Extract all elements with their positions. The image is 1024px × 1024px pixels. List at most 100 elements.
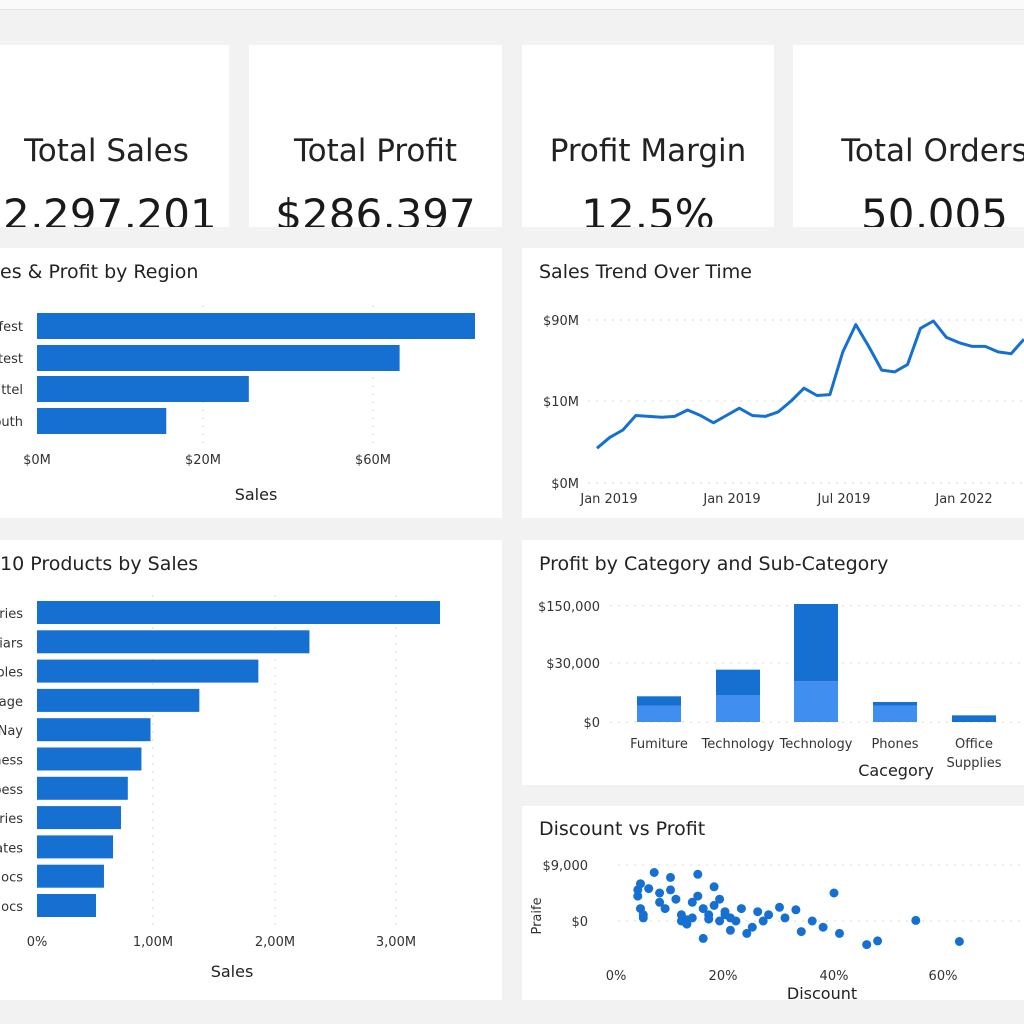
x-axis-label: Sales	[211, 962, 254, 981]
top-products-chart: 10 Products by Sales 0% 1,00M 2,00M 3,00M Sal…	[0, 553, 440, 981]
category-label: test	[0, 352, 23, 367]
chart-title: Discount vs Profit	[539, 818, 705, 840]
kpi-card-total-sales: Total Sales $2,297,201	[0, 45, 229, 227]
x-tick-label: $20M	[185, 453, 221, 468]
kpi-title: Total Orders	[841, 133, 1024, 169]
x-tick-label: 0%	[27, 935, 48, 950]
y-tick-label: $9,000	[543, 859, 589, 874]
kpi-value: $2,297,201	[0, 190, 217, 227]
bar-segment	[716, 695, 760, 722]
bar	[37, 313, 475, 339]
x-tick-label: 20%	[709, 969, 738, 984]
bar	[37, 864, 104, 888]
discount-vs-profit-chart: Discount vs Profit $9,000 $0 0% 20% 40% 60% Dis…	[530, 818, 1024, 1000]
bar	[37, 894, 97, 917]
sales-profit-by-region-chart: es & Profit by Region $0M $20M $60M Sales fes…	[0, 261, 475, 504]
x-tick-label: 0%	[606, 969, 627, 984]
x-axis-label: Discount	[787, 984, 857, 1000]
bar-segment	[952, 715, 996, 722]
x-tick-label: 1,00M	[133, 935, 173, 950]
category-label: Phones	[871, 737, 918, 752]
data-point	[835, 928, 844, 938]
category-label: ples	[0, 666, 23, 681]
data-point	[911, 915, 921, 925]
data-point	[753, 907, 763, 917]
y-tick-label: $30,000	[546, 657, 600, 672]
data-point	[829, 888, 839, 898]
data-point	[709, 882, 719, 892]
bar	[37, 806, 122, 830]
y-tick-label: $90M	[543, 314, 579, 329]
bar	[37, 376, 249, 402]
sales-trend-chart: Sales Trend Over Time$90M$10M$0MJan 2019…	[539, 261, 1024, 507]
category-label-line1: Office	[955, 737, 993, 752]
x-tick-label: 3,00M	[376, 935, 416, 950]
bar	[37, 659, 259, 683]
data-point	[725, 925, 735, 935]
data-point	[954, 937, 964, 946]
data-point	[655, 888, 665, 898]
chart-title: Profit by Category and Sub-Category	[539, 553, 888, 575]
category-label: ates	[0, 841, 23, 856]
kpi-card-total-profit: Total Profit $286,397	[249, 45, 502, 227]
x-tick-label: 60%	[929, 969, 958, 984]
x-tick-label: 40%	[820, 969, 849, 984]
category-label: ness	[0, 754, 23, 769]
x-tick-label: Jan 2019	[579, 492, 637, 507]
data-point	[736, 904, 746, 914]
category-label: age	[0, 695, 23, 710]
data-point	[666, 872, 675, 882]
series-line	[596, 319, 1024, 450]
category-label: ries	[0, 812, 23, 827]
sales-profit-by-region-card: es & Profit by Region $0M $20M $60M Sales fes…	[0, 248, 502, 518]
bar-segment	[637, 696, 681, 706]
data-point	[660, 904, 670, 914]
data-point	[807, 916, 817, 926]
bar	[37, 601, 440, 624]
x-axis-label: Sales	[235, 485, 278, 504]
category-label: Nay	[0, 724, 23, 739]
bar	[37, 718, 151, 742]
data-point	[666, 885, 675, 895]
x-tick-label: Jan 2022	[934, 492, 992, 507]
data-point	[636, 879, 645, 889]
category-label: ocs	[1, 871, 23, 886]
data-point	[818, 922, 828, 932]
category-label: ries	[0, 607, 23, 622]
bar-segment	[873, 705, 917, 722]
y-tick-label: $0M	[551, 477, 579, 492]
kpi-value: $286,397	[275, 190, 476, 227]
chart-title: 10 Products by Sales	[0, 553, 198, 575]
chart-title: es & Profit by Region	[0, 261, 198, 283]
data-point	[671, 894, 681, 904]
data-point	[731, 916, 741, 926]
bar	[37, 747, 142, 771]
bar	[37, 776, 128, 800]
category-label: Fumiture	[630, 737, 688, 752]
x-tick-label: $60M	[355, 453, 391, 468]
data-point	[633, 891, 643, 901]
data-point	[649, 868, 659, 877]
bar	[37, 345, 400, 371]
y-tick-label: $150,000	[538, 600, 600, 615]
data-point	[687, 913, 697, 923]
y-tick-label: $10M	[543, 395, 579, 410]
bar	[37, 835, 114, 859]
category-label: niars	[0, 636, 23, 651]
data-point	[775, 902, 784, 912]
discount-vs-profit-card: Discount vs Profit $9,000 $0 0% 20% 40% 60% Dis…	[522, 806, 1024, 1000]
profit-by-category-card: Profit by Category and Sub-Category $150,…	[522, 540, 1024, 785]
y-axis-label: Praife	[530, 897, 545, 934]
profit-by-category-chart: Profit by Category and Sub-Category $150,…	[538, 553, 1024, 780]
x-tick-label: Jan 2019	[702, 492, 760, 507]
sales-trend-card: Sales Trend Over Time $90M $10M $0M Jan 2019…	[522, 248, 1024, 518]
data-point	[764, 910, 774, 920]
bar	[37, 408, 167, 434]
x-tick-label: $0M	[23, 453, 51, 468]
kpi-title: Total Sales	[24, 133, 189, 169]
data-point	[638, 913, 648, 923]
category-label: Technology	[779, 737, 853, 752]
category-label: bess	[0, 783, 23, 798]
bar-segment	[637, 705, 681, 722]
data-point	[747, 922, 757, 932]
